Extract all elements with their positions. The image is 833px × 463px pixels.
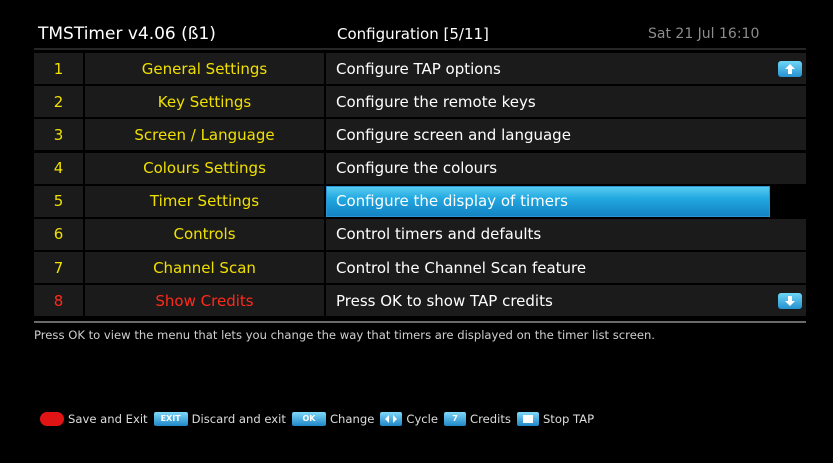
row-name: Timer Settings (85, 185, 324, 217)
menu-row-controls[interactable]: 6 Controls Control timers and defaults (34, 218, 806, 251)
row-name: Channel Scan (85, 252, 324, 284)
legend-discard-exit: Discard and exit (191, 412, 286, 426)
menu-row-general-settings[interactable]: 1 General Settings Configure TAP options (34, 52, 806, 85)
row-description: Configure TAP options (326, 53, 806, 84)
row-number: 8 (34, 285, 83, 317)
row-name: General Settings (85, 53, 324, 84)
row-description-text: Press OK to show TAP credits (336, 291, 553, 310)
row-description: Configure the colours (326, 152, 806, 184)
row-description: Configure screen and language (326, 119, 806, 151)
legend-cycle: Cycle (406, 412, 439, 426)
row-number: 1 (34, 53, 83, 84)
date-time: Sat 21 Jul 16:10 (648, 26, 760, 42)
row-description: Control timers and defaults (326, 218, 806, 250)
menu-row-key-settings[interactable]: 2 Key Settings Configure the remote keys (34, 85, 806, 118)
header-divider (34, 48, 806, 50)
square-stop-icon (516, 412, 539, 426)
help-text: Press OK to view the menu that lets you … (34, 328, 655, 342)
legend-change: Change (329, 412, 375, 426)
legend-credits: Credits (470, 412, 511, 426)
menu-row-show-credits[interactable]: 8 Show Credits Press OK to show TAP cred… (34, 284, 806, 317)
menu-row-colours-settings[interactable]: 4 Colours Settings Configure the colours (34, 152, 806, 185)
legend-save-exit: Save and Exit (68, 412, 148, 426)
config-menu: 1 General Settings Configure TAP options… (34, 52, 806, 318)
row-name: Show Credits (85, 285, 324, 317)
row-name: Colours Settings (85, 152, 324, 184)
menu-row-timer-settings[interactable]: 5 Timer Settings Configure the display o… (34, 185, 806, 218)
ok-key-icon: OK (291, 412, 326, 426)
exit-key-icon: EXIT (153, 412, 188, 426)
row-description-text: Configure TAP options (336, 59, 501, 78)
scroll-up-arrow-icon[interactable] (778, 61, 802, 77)
credits-key-icon: 7 (444, 412, 467, 426)
row-number: 6 (34, 218, 83, 250)
menu-row-screen-language[interactable]: 3 Screen / Language Configure screen and… (34, 118, 806, 151)
menu-divider (34, 321, 806, 323)
legend-stop-tap: Stop TAP (542, 412, 595, 426)
title-bar: TMSTimer v4.06 (ß1) Configuration [5/11]… (0, 18, 833, 50)
page-title: Configuration [5/11] (337, 25, 489, 43)
row-name: Key Settings (85, 86, 324, 118)
red-button-icon (40, 412, 64, 426)
menu-row-channel-scan[interactable]: 7 Channel Scan Control the Channel Scan … (34, 251, 806, 284)
row-number: 2 (34, 86, 83, 118)
row-description: Press OK to show TAP credits (326, 285, 806, 317)
row-description-selected: Configure the display of timers (326, 185, 770, 217)
row-number: 5 (34, 185, 83, 217)
key-legend: Save and Exit EXIT Discard and exit OK C… (40, 410, 600, 428)
row-number: 3 (34, 119, 83, 151)
row-description: Control the Channel Scan feature (326, 252, 806, 284)
row-description: Configure the remote keys (326, 86, 806, 118)
row-number: 4 (34, 152, 83, 184)
left-right-arrows-icon (380, 412, 403, 426)
app-title: TMSTimer v4.06 (ß1) (38, 24, 216, 44)
row-name: Screen / Language (85, 119, 324, 151)
row-number: 7 (34, 252, 83, 284)
row-name: Controls (85, 218, 324, 250)
scroll-down-arrow-icon[interactable] (778, 293, 802, 310)
